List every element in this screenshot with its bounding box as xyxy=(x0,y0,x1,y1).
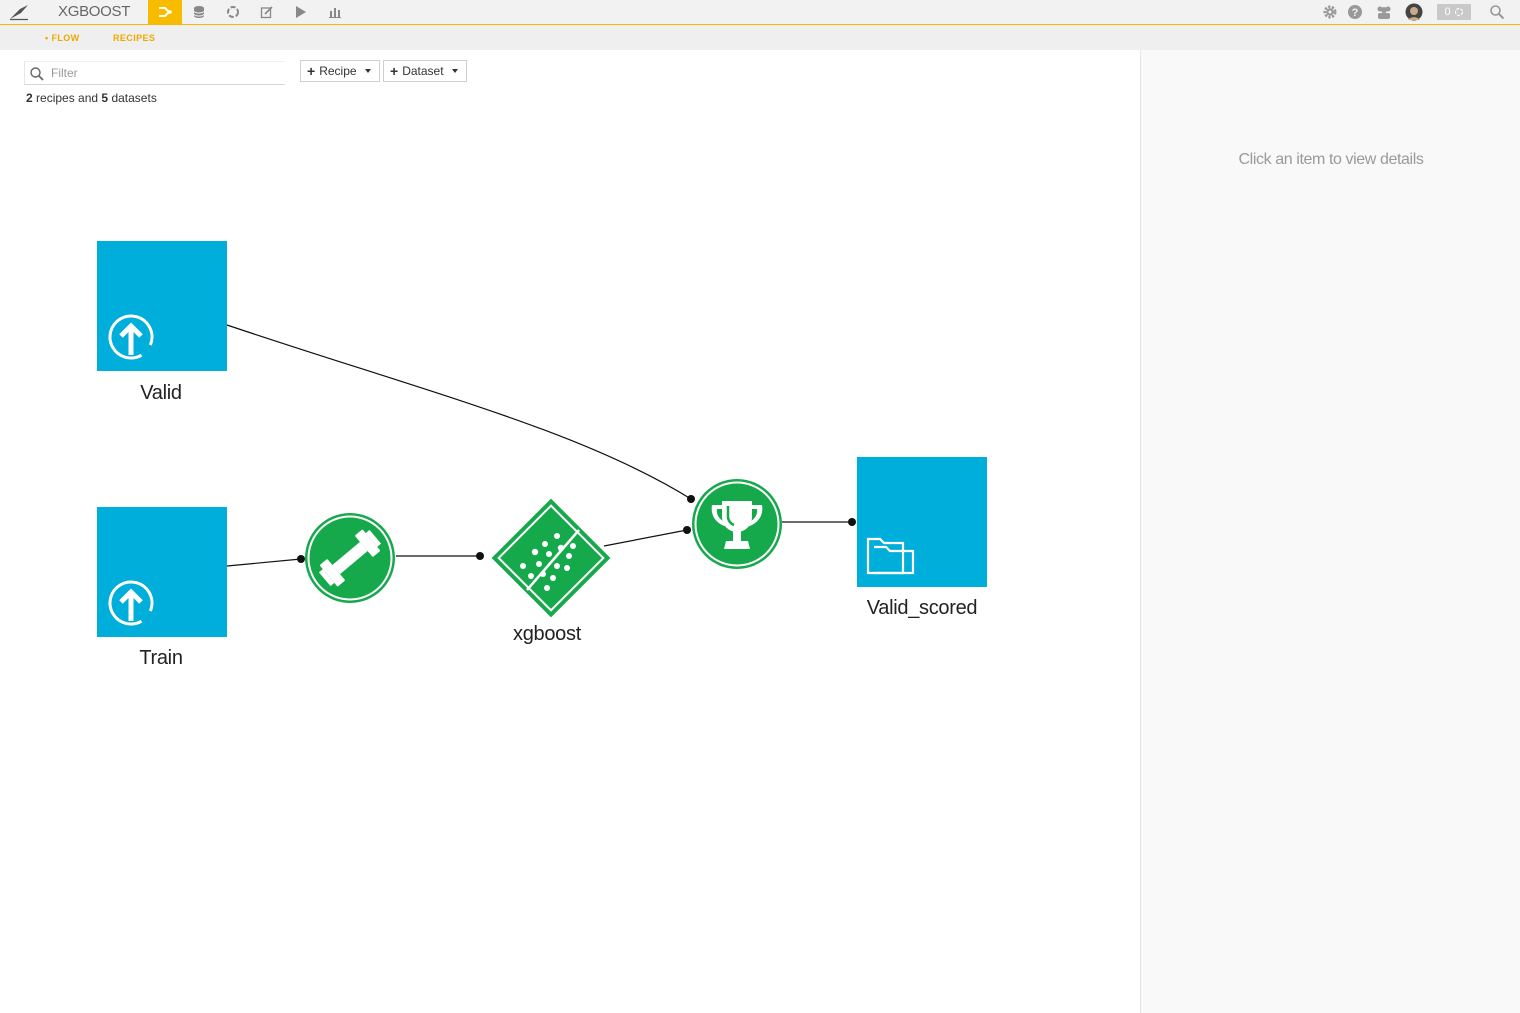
edge-port xyxy=(848,518,856,526)
edge-valid-to-score xyxy=(226,324,692,500)
folder-icon xyxy=(866,537,915,575)
train-dumbbell-icon[interactable] xyxy=(303,511,399,607)
notifications-counter[interactable]: 0 xyxy=(1437,4,1471,20)
details-hint: Click an item to view details xyxy=(1238,151,1424,168)
upload-icon xyxy=(108,580,154,626)
dataset-label-valid-scored: Valid_scored xyxy=(866,597,978,619)
dataset-node-valid[interactable] xyxy=(97,241,227,371)
upload-icon xyxy=(108,314,154,360)
search-icon[interactable] xyxy=(1488,3,1506,21)
dataset-node-train[interactable] xyxy=(97,507,227,637)
edge-port xyxy=(476,552,484,560)
notifications-count: 0 xyxy=(1444,6,1451,18)
edge-train-to-train-recipe xyxy=(226,558,302,567)
scatter-model-icon[interactable] xyxy=(487,494,615,622)
settings-gear-icon[interactable] xyxy=(1321,3,1339,21)
edge-model-to-score xyxy=(603,529,688,547)
user-avatar-icon[interactable] xyxy=(1405,3,1423,21)
dataset-label-train: Train xyxy=(139,647,183,669)
users-icon[interactable] xyxy=(1375,3,1393,21)
model-label-xgboost: xgboost xyxy=(513,623,581,645)
dataset-label-valid: Valid xyxy=(140,382,182,404)
score-trophy-icon[interactable] xyxy=(690,477,786,573)
dataset-node-valid-scored[interactable] xyxy=(857,457,987,587)
svg-text:?: ? xyxy=(1352,7,1359,19)
sync-icon xyxy=(1454,7,1463,17)
details-panel: Click an item to view details xyxy=(1140,50,1520,1013)
help-icon[interactable]: ? xyxy=(1346,3,1364,21)
